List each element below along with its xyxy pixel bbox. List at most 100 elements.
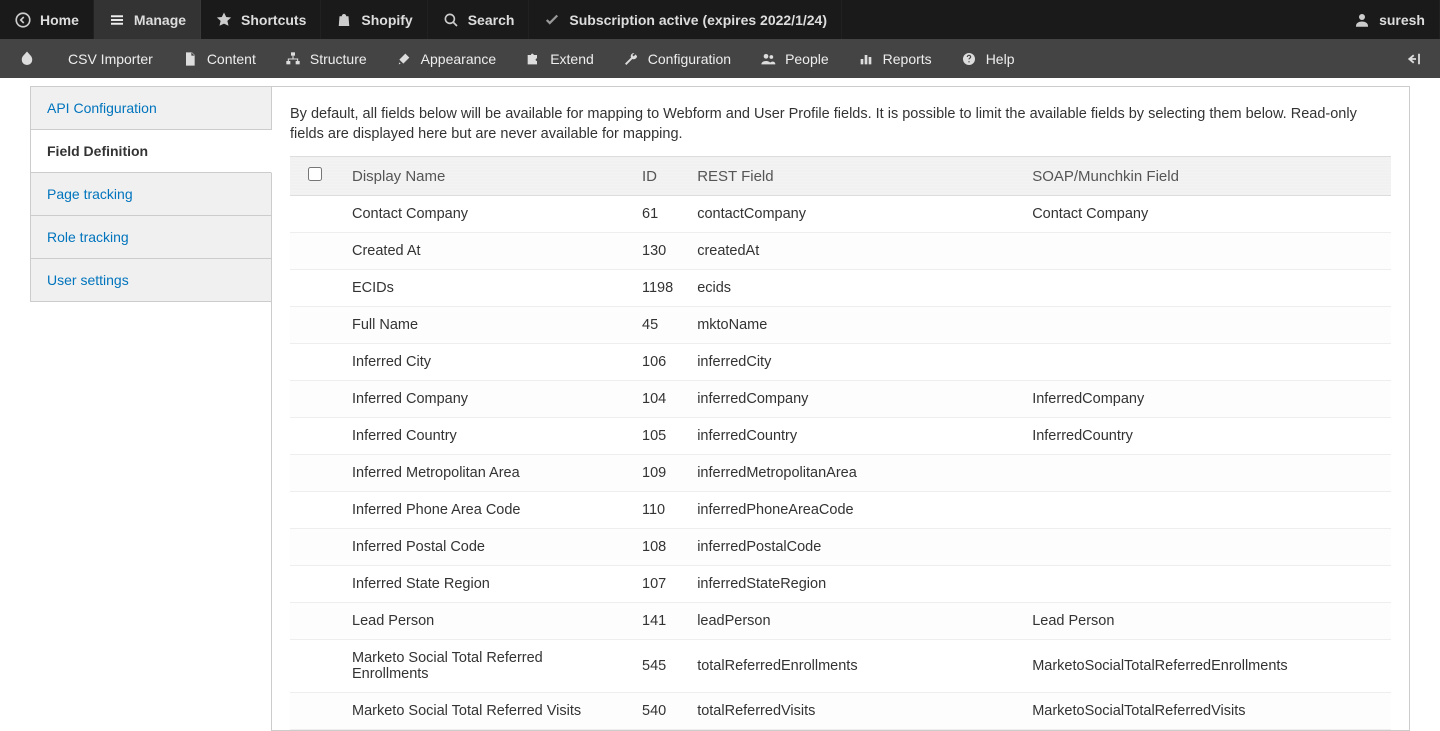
cell-rest-field: totalReferredVisits — [685, 693, 1020, 730]
toolbar-manage[interactable]: Manage — [94, 0, 201, 39]
toolbar-shopify[interactable]: Shopify — [321, 0, 427, 39]
row-checkbox-cell — [290, 307, 340, 344]
cell-soap-field: Contact Company — [1020, 196, 1391, 233]
puzzle-icon — [524, 50, 542, 68]
menubar-collapse[interactable] — [1386, 39, 1440, 78]
tab-user-settings[interactable]: User settings — [30, 259, 272, 302]
cell-display-name: Inferred Country — [340, 418, 630, 455]
tab-label: API Configuration — [47, 100, 157, 116]
cell-soap-field: InferredCountry — [1020, 418, 1391, 455]
cell-rest-field: contactCompany — [685, 196, 1020, 233]
tab-api-configuration[interactable]: API Configuration — [30, 87, 272, 130]
header-soap-field[interactable]: SOAP/Munchkin Field — [1020, 157, 1391, 196]
tab-label: Role tracking — [47, 229, 129, 245]
menubar-appearance-label: Appearance — [421, 51, 497, 67]
table-row: ECIDs1198ecids — [290, 270, 1391, 307]
cell-id: 104 — [630, 381, 685, 418]
table-row: Inferred Country105inferredCountryInferr… — [290, 418, 1391, 455]
toolbar-manage-label: Manage — [134, 12, 186, 28]
tab-label: Page tracking — [47, 186, 133, 202]
cell-display-name: Inferred Postal Code — [340, 529, 630, 566]
table-row: Inferred Postal Code108inferredPostalCod… — [290, 529, 1391, 566]
menubar-extend[interactable]: Extend — [510, 39, 608, 78]
row-checkbox-cell — [290, 492, 340, 529]
user-icon — [1353, 11, 1371, 29]
table-row: Contact Company61contactCompanyContact C… — [290, 196, 1391, 233]
tab-field-definition[interactable]: Field Definition — [30, 130, 272, 173]
fields-table: Display Name ID REST Field SOAP/Munchkin… — [290, 156, 1391, 730]
row-checkbox-cell — [290, 233, 340, 270]
cell-rest-field: ecids — [685, 270, 1020, 307]
menubar-drupal[interactable] — [0, 39, 54, 78]
toolbar-search[interactable]: Search — [428, 0, 530, 39]
tab-role-tracking[interactable]: Role tracking — [30, 216, 272, 259]
menubar-structure[interactable]: Structure — [270, 39, 381, 78]
table-row: Inferred Company104inferredCompanyInferr… — [290, 381, 1391, 418]
menubar-appearance[interactable]: Appearance — [381, 39, 511, 78]
shopping-bag-icon — [335, 11, 353, 29]
menubar-help[interactable]: Help — [946, 39, 1029, 78]
cell-display-name: Inferred City — [340, 344, 630, 381]
row-checkbox-cell — [290, 381, 340, 418]
bar-chart-icon — [857, 50, 875, 68]
menubar-csv-importer[interactable]: CSV Importer — [54, 39, 167, 78]
cell-rest-field: createdAt — [685, 233, 1020, 270]
star-icon — [215, 11, 233, 29]
cell-id: 110 — [630, 492, 685, 529]
toolbar-shopify-label: Shopify — [361, 12, 412, 28]
cell-rest-field: inferredCountry — [685, 418, 1020, 455]
cell-display-name: Contact Company — [340, 196, 630, 233]
cell-soap-field — [1020, 455, 1391, 492]
cell-display-name: Created At — [340, 233, 630, 270]
table-row: Marketo Social Total Referred Visits540t… — [290, 693, 1391, 730]
cell-id: 1198 — [630, 270, 685, 307]
row-checkbox-cell — [290, 455, 340, 492]
toolbar-shortcuts[interactable]: Shortcuts — [201, 0, 321, 39]
cell-display-name: Inferred Company — [340, 381, 630, 418]
cell-soap-field — [1020, 233, 1391, 270]
cell-id: 141 — [630, 603, 685, 640]
tab-page-tracking[interactable]: Page tracking — [30, 173, 272, 216]
cell-rest-field: inferredCity — [685, 344, 1020, 381]
toolbar-home[interactable]: Home — [0, 0, 94, 39]
select-all-checkbox[interactable] — [308, 167, 322, 181]
cell-rest-field: inferredCompany — [685, 381, 1020, 418]
menubar-extend-label: Extend — [550, 51, 594, 67]
header-id[interactable]: ID — [630, 157, 685, 196]
row-checkbox-cell — [290, 640, 340, 693]
cell-soap-field: InferredCompany — [1020, 381, 1391, 418]
menubar-content[interactable]: Content — [167, 39, 270, 78]
header-display-name[interactable]: Display Name — [340, 157, 630, 196]
row-checkbox-cell — [290, 270, 340, 307]
cell-soap-field — [1020, 344, 1391, 381]
cell-display-name: ECIDs — [340, 270, 630, 307]
cell-display-name: Full Name — [340, 307, 630, 344]
toolbar-subscription[interactable]: Subscription active (expires 2022/1/24) — [529, 0, 842, 39]
toolbar-user[interactable]: suresh — [1339, 0, 1440, 39]
menubar-configuration[interactable]: Configuration — [608, 39, 745, 78]
cell-id: 108 — [630, 529, 685, 566]
collapse-sidebar-icon — [1404, 50, 1422, 68]
table-row: Inferred State Region107inferredStateReg… — [290, 566, 1391, 603]
menubar-people-label: People — [785, 51, 829, 67]
menubar-reports[interactable]: Reports — [843, 39, 946, 78]
tab-label: Field Definition — [47, 143, 148, 159]
menubar-people[interactable]: People — [745, 39, 843, 78]
table-row: Lead Person141leadPersonLead Person — [290, 603, 1391, 640]
cell-id: 61 — [630, 196, 685, 233]
row-checkbox-cell — [290, 196, 340, 233]
cell-display-name: Marketo Social Total Referred Visits — [340, 693, 630, 730]
sitemap-icon — [284, 50, 302, 68]
cell-rest-field: totalReferredEnrollments — [685, 640, 1020, 693]
header-rest-field[interactable]: REST Field — [685, 157, 1020, 196]
cell-soap-field: MarketoSocialTotalReferredVisits — [1020, 693, 1391, 730]
wrench-icon — [622, 50, 640, 68]
toolbar-search-label: Search — [468, 12, 515, 28]
cell-display-name: Inferred Phone Area Code — [340, 492, 630, 529]
toolbar-home-label: Home — [40, 12, 79, 28]
cell-soap-field — [1020, 566, 1391, 603]
back-arrow-icon — [14, 11, 32, 29]
page-body: API Configuration Field Definition Page … — [0, 78, 1440, 731]
cell-rest-field: inferredMetropolitanArea — [685, 455, 1020, 492]
table-row: Marketo Social Total Referred Enrollment… — [290, 640, 1391, 693]
